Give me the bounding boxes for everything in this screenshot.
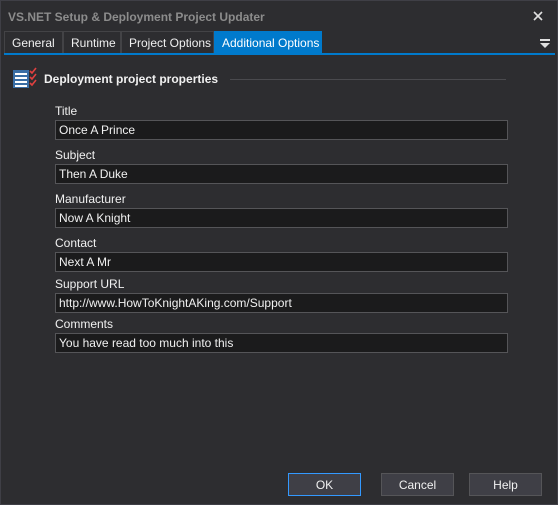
ok-button[interactable]: OK [288, 473, 361, 496]
tab-overflow-menu-icon[interactable] [539, 37, 551, 49]
dialog-window: VS.NET Setup & Deployment Project Update… [0, 0, 558, 505]
title-bar: VS.NET Setup & Deployment Project Update… [1, 1, 557, 31]
section-divider [230, 79, 506, 80]
window-title: VS.NET Setup & Deployment Project Update… [8, 10, 265, 24]
properties-list-icon [13, 67, 39, 89]
subject-field[interactable] [55, 164, 508, 184]
support-url-label: Support URL [55, 277, 125, 291]
help-button[interactable]: Help [469, 473, 542, 496]
close-icon[interactable] [529, 7, 547, 25]
tab-additional-options[interactable]: Additional Options [214, 31, 322, 53]
support-url-field[interactable] [55, 293, 508, 313]
contact-label: Contact [55, 236, 97, 250]
manufacturer-field[interactable] [55, 208, 508, 228]
tab-project-options[interactable]: Project Options [121, 31, 214, 53]
subject-label: Subject [55, 148, 96, 162]
tab-bar: General Runtime Project Options Addition… [4, 31, 555, 55]
manufacturer-label: Manufacturer [55, 192, 126, 206]
contact-field[interactable] [55, 252, 508, 272]
cancel-button[interactable]: Cancel [381, 473, 454, 496]
comments-field[interactable] [55, 333, 508, 353]
title-field[interactable] [55, 120, 508, 140]
title-label: Title [55, 104, 78, 118]
comments-label: Comments [55, 317, 114, 331]
section-title: Deployment project properties [44, 72, 219, 86]
tab-general[interactable]: General [4, 31, 63, 53]
tab-runtime[interactable]: Runtime [63, 31, 121, 53]
